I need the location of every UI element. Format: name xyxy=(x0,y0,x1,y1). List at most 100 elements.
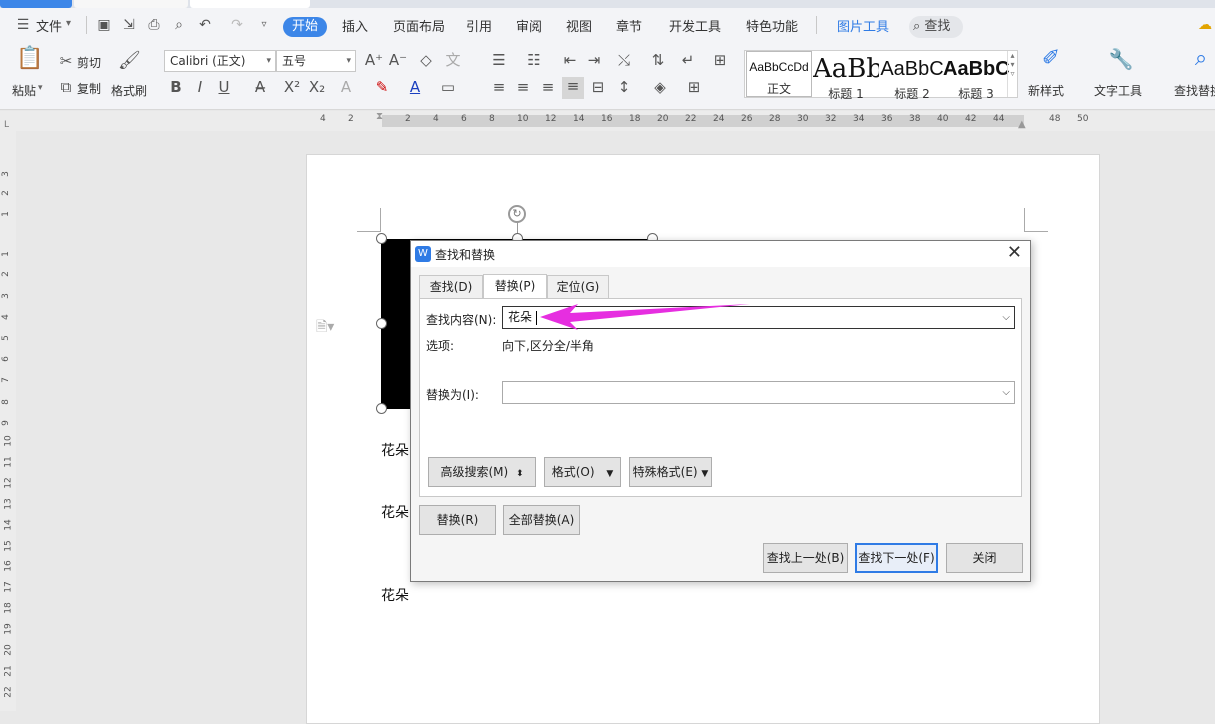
sort-icon[interactable]: ⇅ xyxy=(648,51,668,71)
tab-page-layout[interactable]: 页面布局 xyxy=(393,16,445,35)
tab-references[interactable]: 引用 xyxy=(466,16,492,35)
print-icon[interactable]: ⎙ xyxy=(145,16,163,34)
close-icon[interactable]: ✕ xyxy=(1007,242,1022,263)
special-format-button[interactable]: 特殊格式(E) ▼ xyxy=(629,457,712,487)
style-normal[interactable]: AaBbCcDd 正文 xyxy=(746,51,812,97)
new-style-icon[interactable]: ✐ xyxy=(1038,48,1064,76)
line-spacing-icon[interactable]: ↕ xyxy=(614,78,634,98)
tab-find[interactable]: 查找(D) xyxy=(419,275,483,299)
redo-icon[interactable]: ↷ xyxy=(228,16,246,34)
font-name-combo[interactable]: Calibri (正文) ▾ xyxy=(164,50,276,72)
justify-icon[interactable]: ≡ xyxy=(562,77,584,99)
char-border-icon[interactable]: ▭ xyxy=(438,78,458,98)
replace-all-button[interactable]: 全部替换(A) xyxy=(503,505,580,535)
strikethrough-icon[interactable]: A̶ xyxy=(250,78,270,98)
tab-start[interactable]: 开始 xyxy=(283,17,327,37)
align-center-icon[interactable]: ≡ xyxy=(513,78,533,98)
bullet-list-icon[interactable]: ☰ xyxy=(489,51,509,71)
copy-button[interactable]: 复制 xyxy=(77,80,101,97)
show-marks-icon[interactable]: ↵ xyxy=(678,51,698,71)
decrease-indent-icon[interactable]: ⇤ xyxy=(560,51,580,71)
tab-features[interactable]: 特色功能 xyxy=(746,16,798,35)
replace-input[interactable]: ⌵ xyxy=(502,381,1015,404)
paste-button[interactable]: 粘贴 xyxy=(12,82,36,99)
resize-handle[interactable] xyxy=(376,403,387,414)
save-icon[interactable]: ▣ xyxy=(95,16,113,34)
chevron-down-icon[interactable]: ▾ xyxy=(38,83,43,93)
tab-chapter[interactable]: 章节 xyxy=(616,16,642,35)
cut-button[interactable]: 剪切 xyxy=(77,54,101,71)
find-next-button[interactable]: 查找下一处(F) xyxy=(855,543,938,573)
tab-goto[interactable]: 定位(G) xyxy=(547,275,609,299)
find-replace-button[interactable]: 查找替换 xyxy=(1174,82,1215,99)
tab-review[interactable]: 审阅 xyxy=(516,16,542,35)
style-heading-1[interactable]: AaBb 标题 1 xyxy=(813,51,879,101)
cut-icon[interactable]: ✂ xyxy=(56,52,76,72)
align-right-icon[interactable]: ≡ xyxy=(538,78,558,98)
format-button[interactable]: 格式(O) ▼ xyxy=(544,457,621,487)
distributed-icon[interactable]: ⊟ xyxy=(588,78,608,98)
underline-icon[interactable]: U xyxy=(214,78,234,98)
style-heading-3[interactable]: AaBbC 标题 3 xyxy=(943,51,1009,101)
tab-replace[interactable]: 替换(P) xyxy=(483,274,547,299)
find-replace-icon[interactable]: ⌕ xyxy=(1188,48,1214,76)
advanced-search-button[interactable]: 高级搜索(M) ⬍ xyxy=(428,457,536,487)
bold-icon[interactable]: B xyxy=(166,78,186,98)
tab-developer[interactable]: 开发工具 xyxy=(669,16,721,35)
replace-button[interactable]: 替换(R) xyxy=(419,505,496,535)
paragraph-icon[interactable]: 🗎▾ xyxy=(316,316,334,340)
italic-icon[interactable]: I xyxy=(190,78,210,98)
tab-selector[interactable]: L xyxy=(4,120,9,130)
align-left-icon[interactable]: ≡ xyxy=(489,78,509,98)
superscript-icon[interactable]: X² xyxy=(282,78,302,98)
close-button[interactable]: 关闭 xyxy=(946,543,1023,573)
styles-scroll[interactable]: ▴ ▾ ▿ xyxy=(1007,51,1017,97)
menu-file[interactable]: 文件 xyxy=(36,16,62,35)
tab-view[interactable]: 视图 xyxy=(566,16,592,35)
font-color-icon[interactable]: A xyxy=(405,78,425,98)
chinese-layout-icon[interactable]: ⤯ xyxy=(614,51,634,71)
font-size-combo[interactable]: 五号 ▾ xyxy=(276,50,356,72)
text-effect-icon[interactable]: A xyxy=(336,78,356,98)
increase-indent-icon[interactable]: ⇥ xyxy=(584,51,604,71)
format-painter-button[interactable]: 格式刷 xyxy=(111,82,147,99)
chevron-down-icon[interactable]: ⌵ xyxy=(1002,307,1010,328)
chevron-down-icon[interactable]: ⌵ xyxy=(1002,382,1010,403)
resize-handle[interactable] xyxy=(376,233,387,244)
tab-stops-icon[interactable]: ⊞ xyxy=(710,51,730,71)
resize-handle[interactable] xyxy=(376,318,387,329)
wrench-icon[interactable]: 🔧 xyxy=(1108,49,1134,76)
subscript-icon[interactable]: X₂ xyxy=(307,78,327,98)
print-preview-icon[interactable]: ⌕ xyxy=(170,16,188,34)
numbered-list-icon[interactable]: ☷ xyxy=(524,51,544,71)
window-tab[interactable] xyxy=(74,0,188,8)
export-icon[interactable]: ⇲ xyxy=(120,16,138,34)
shrink-font-icon[interactable]: A⁻ xyxy=(388,51,408,71)
shading-icon[interactable]: ◈ xyxy=(650,78,670,98)
window-tab-active[interactable] xyxy=(190,0,310,8)
search-box[interactable]: ⌕ 查找 xyxy=(909,16,963,38)
grow-font-icon[interactable]: A⁺ xyxy=(364,51,384,71)
paste-icon[interactable]: 📋 xyxy=(16,48,43,76)
undo-icon[interactable]: ↶ xyxy=(196,16,214,34)
customize-icon[interactable]: ▿ xyxy=(255,16,273,34)
copy-icon[interactable]: ⧉ xyxy=(56,78,76,98)
rotate-icon[interactable]: ↻ xyxy=(508,205,526,223)
clear-format-icon[interactable]: ◇ xyxy=(416,51,436,71)
style-heading-2[interactable]: AaBbC 标题 2 xyxy=(879,51,945,101)
hamburger-icon[interactable]: ☰ xyxy=(14,16,32,34)
highlight-icon[interactable]: ✎ xyxy=(372,78,392,98)
format-painter-icon[interactable]: 🖌 xyxy=(118,52,141,76)
tab-insert[interactable]: 插入 xyxy=(342,16,368,35)
cloud-icon[interactable]: ☁ xyxy=(1196,16,1214,34)
dialog-titlebar[interactable]: W 查找和替换 ✕ xyxy=(411,241,1030,267)
window-tab[interactable] xyxy=(0,0,72,8)
phonetic-icon[interactable]: 文 xyxy=(443,51,463,71)
borders-icon[interactable]: ⊞ xyxy=(684,78,704,98)
new-style-button[interactable]: 新样式 xyxy=(1028,82,1064,99)
find-previous-button[interactable]: 查找上一处(B) xyxy=(763,543,848,573)
indent-marker[interactable]: ⧗ xyxy=(376,111,386,131)
text-tools-button[interactable]: 文字工具 xyxy=(1094,82,1142,99)
tab-picture-tools[interactable]: 图片工具 xyxy=(837,16,889,35)
chevron-down-icon[interactable]: ▾ xyxy=(66,18,71,29)
